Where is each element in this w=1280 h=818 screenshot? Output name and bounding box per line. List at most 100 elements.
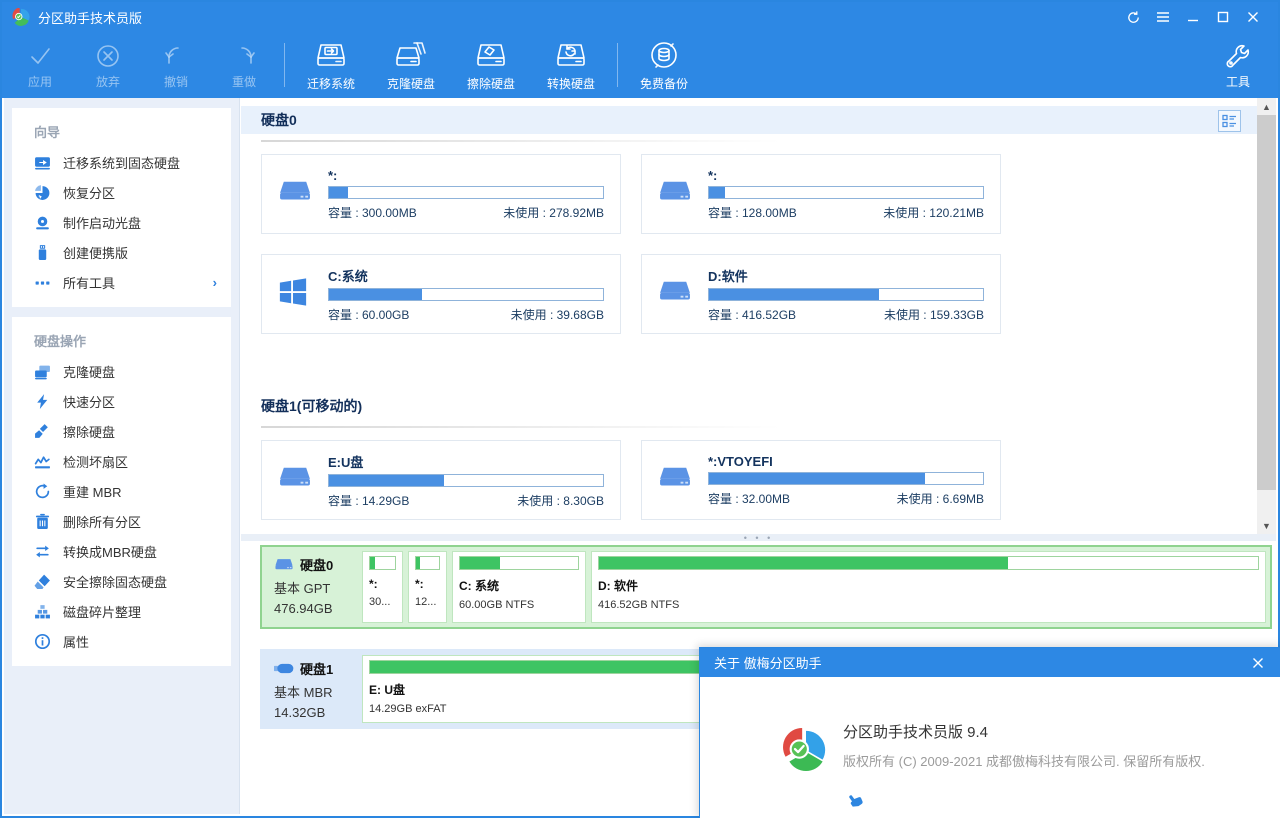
unused-text: 未使用 : 6.69MB xyxy=(897,490,984,507)
free-backup-button[interactable]: 免费备份 xyxy=(624,35,704,95)
usage-bar xyxy=(328,186,604,199)
disk0-label: 硬盘0 基本 GPT 476.94GB xyxy=(262,547,362,627)
sidebar-item-delete-all-partitions[interactable]: 删除所有分区 xyxy=(12,506,231,536)
refresh-icon[interactable] xyxy=(1118,5,1148,29)
clone-disk-button[interactable]: 克隆硬盘 xyxy=(371,35,451,95)
migrate-disk-icon xyxy=(312,39,350,73)
pointing-hand-icon xyxy=(846,792,863,809)
partition-card-panel: 硬盘0 *: 容量 : 300.00MB 未使用 : 278.92MB xyxy=(241,98,1257,534)
sidebar-item-rebuild-mbr[interactable]: 重建 MBR xyxy=(12,476,231,506)
sidebar-item-migrate-os-to-ssd[interactable]: 迁移系统到固态硬盘 xyxy=(12,147,231,177)
windows-logo-icon xyxy=(278,277,314,312)
usage-bar xyxy=(708,472,984,485)
sidebar-item-make-bootable-media[interactable]: 制作启动光盘 xyxy=(12,207,231,237)
vertical-scrollbar[interactable]: ▲ ▼ xyxy=(1257,98,1276,534)
erase-disk-icon xyxy=(472,39,510,73)
broom-icon xyxy=(34,423,51,440)
undo-button[interactable]: 撤销 xyxy=(142,35,210,95)
capacity-text: 容量 : 32.00MB xyxy=(708,490,790,507)
recover-partition-icon xyxy=(34,184,51,201)
drive-icon xyxy=(658,278,694,311)
trash-icon xyxy=(34,513,51,530)
more-dots-icon xyxy=(34,274,51,291)
usb-stick-icon xyxy=(274,662,294,675)
sidebar-item-convert-to-mbr[interactable]: 转换成MBR硬盘 xyxy=(12,536,231,566)
sidebar-item-all-tools[interactable]: 所有工具 › xyxy=(12,267,231,297)
sidebar-item-secure-erase-ssd[interactable]: 安全擦除固态硬盘 xyxy=(12,566,231,596)
tools-button[interactable]: 工具 xyxy=(1210,35,1266,95)
discard-button[interactable]: 放弃 xyxy=(74,35,142,95)
redo-icon xyxy=(229,41,259,71)
sidebar-item-disk-defrag[interactable]: 磁盘碎片整理 xyxy=(12,596,231,626)
cancel-circle-icon xyxy=(93,41,123,71)
migrate-os-button[interactable]: 迁移系统 xyxy=(291,35,371,95)
check-icon xyxy=(25,41,55,71)
partition-block-d[interactable]: D: 软件 416.52GB NTFS xyxy=(591,551,1266,623)
sidebar-item-check-bad-sectors[interactable]: 检测坏扇区 xyxy=(12,446,231,476)
partition-block-c[interactable]: C: 系统 60.00GB NTFS xyxy=(452,551,586,623)
partition-card[interactable]: C:系统 容量 : 60.00GB 未使用 : 39.68GB xyxy=(261,254,621,334)
app-logo-large-icon xyxy=(782,727,830,773)
clone-disk-icon xyxy=(392,39,430,73)
info-icon xyxy=(34,633,51,650)
wipe-disk-button[interactable]: 擦除硬盘 xyxy=(451,35,531,95)
menu-icon[interactable] xyxy=(1148,5,1178,29)
partition-card[interactable]: *: 容量 : 128.00MB 未使用 : 120.21MB xyxy=(641,154,1001,234)
sidebar-item-quick-partition[interactable]: 快速分区 xyxy=(12,386,231,416)
partition-name: *:VTOYEFI xyxy=(708,454,984,469)
lightning-icon xyxy=(34,393,51,410)
maximize-button[interactable] xyxy=(1208,5,1238,29)
panel-splitter[interactable]: • • • xyxy=(241,534,1276,541)
partition-block[interactable]: *: 30... xyxy=(362,551,403,623)
usage-bar xyxy=(328,474,604,487)
capacity-text: 容量 : 14.29GB xyxy=(328,492,409,509)
partition-block[interactable]: *: 12... xyxy=(408,551,447,623)
partition-card[interactable]: E:U盘 容量 : 14.29GB 未使用 : 8.30GB xyxy=(261,440,621,520)
partition-card[interactable]: *:VTOYEFI 容量 : 32.00MB 未使用 : 6.69MB xyxy=(641,440,1001,520)
usage-bar xyxy=(708,186,984,199)
unused-text: 未使用 : 159.33GB xyxy=(884,306,984,323)
sidebar-item-wipe-disk[interactable]: 擦除硬盘 xyxy=(12,416,231,446)
partition-name: C:系统 xyxy=(328,266,604,285)
bootable-disc-icon xyxy=(34,214,51,231)
view-mode-button[interactable] xyxy=(1218,110,1241,132)
partition-card[interactable]: D:软件 容量 : 416.52GB 未使用 : 159.33GB xyxy=(641,254,1001,334)
apply-button[interactable]: 应用 xyxy=(6,35,74,95)
eraser-icon xyxy=(34,573,51,590)
sidebar-item-recover-partition[interactable]: 恢复分区 xyxy=(12,177,231,207)
about-copyright: 版权所有 (C) 2009-2021 成都傲梅科技有限公司. 保留所有版权. xyxy=(843,751,1205,770)
capacity-text: 容量 : 128.00MB xyxy=(708,204,797,221)
dialog-close-icon[interactable] xyxy=(1245,652,1271,674)
scroll-up-icon[interactable]: ▲ xyxy=(1257,98,1276,115)
drive-icon xyxy=(274,557,294,573)
scroll-down-icon[interactable]: ▼ xyxy=(1257,517,1276,534)
disk1-cards: E:U盘 容量 : 14.29GB 未使用 : 8.30GB *:VTOYEFI… xyxy=(241,428,1257,520)
convert-disk-button[interactable]: 转换硬盘 xyxy=(531,35,611,95)
scrollbar-thumb[interactable] xyxy=(1257,115,1276,490)
sidebar-item-create-portable[interactable]: 创建便携版 xyxy=(12,237,231,267)
sidebar-item-clone-disk[interactable]: 克隆硬盘 xyxy=(12,356,231,386)
close-button[interactable] xyxy=(1238,5,1268,29)
sidebar-section-wizards: 向导 迁移系统到固态硬盘 恢复分区 制作启动光盘 创建便携版 所有工具 › xyxy=(12,108,231,307)
sidebar-section-disk-operations: 硬盘操作 克隆硬盘 快速分区 擦除硬盘 检测坏扇区 重建 MBR xyxy=(12,317,231,666)
partition-name: *: xyxy=(328,168,604,183)
disk0-row[interactable]: 硬盘0 基本 GPT 476.94GB *: 30... *: 12... xyxy=(260,545,1272,629)
unused-text: 未使用 : 278.92MB xyxy=(503,204,604,221)
usage-bar xyxy=(708,288,984,301)
partition-name: *: xyxy=(708,168,984,183)
partition-card[interactable]: *: 容量 : 300.00MB 未使用 : 278.92MB xyxy=(261,154,621,234)
redo-button[interactable]: 重做 xyxy=(210,35,278,95)
unused-text: 未使用 : 8.30GB xyxy=(517,492,604,509)
sidebar-section-title: 向导 xyxy=(12,114,231,147)
drive-icon xyxy=(658,178,694,211)
usage-bar xyxy=(328,288,604,301)
sidebar-item-properties[interactable]: 属性 xyxy=(12,626,231,656)
minimize-button[interactable] xyxy=(1178,5,1208,29)
disk1-header: 硬盘1(可移动的) xyxy=(241,392,1257,420)
drive-icon xyxy=(658,464,694,497)
app-logo-icon xyxy=(12,8,30,26)
about-dialog-title: 关于 傲梅分区助手 xyxy=(714,653,822,672)
convert-disk-icon xyxy=(552,39,590,73)
about-dialog-titlebar: 关于 傲梅分区助手 xyxy=(700,648,1280,677)
disk1-label: 硬盘1 基本 MBR 14.32GB xyxy=(262,651,362,727)
